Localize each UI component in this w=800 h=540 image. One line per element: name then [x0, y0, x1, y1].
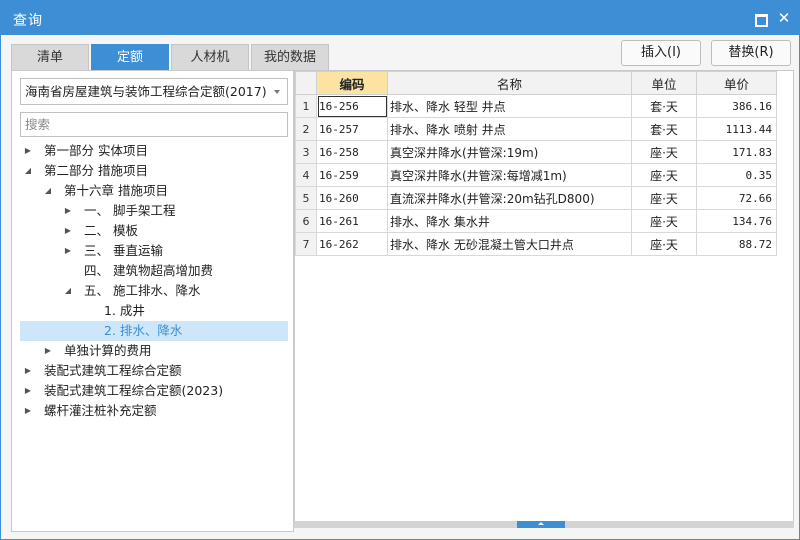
name-cell[interactable]: 排水、降水 集水井 [387, 209, 632, 233]
table-row[interactable]: 7 16-262 排水、降水 无砂混凝土管大口井点 座·天 88.72 [295, 232, 777, 256]
table-row[interactable]: 5 16-260 直流深井降水(井管深:20m钻孔D800) 座·天 72.66 [295, 186, 777, 210]
chevron-right-icon[interactable]: ▶ [42, 341, 54, 361]
price-cell[interactable]: 72.66 [696, 186, 777, 210]
quota-library-value: 海南省房屋建筑与装饰工程综合定额(2017) [25, 84, 267, 99]
chevron-right-icon[interactable]: ▶ [62, 221, 74, 241]
unit-cell[interactable]: 座·天 [631, 163, 697, 187]
tree-item[interactable]: ▶ 单独计算的费用 [20, 341, 288, 361]
insert-button[interactable]: 插入(I) [621, 40, 701, 66]
tab-bill[interactable]: 清单 [11, 44, 89, 70]
tree-item[interactable]: ▶ 装配式建筑工程综合定额(2023) [20, 381, 288, 401]
chevron-right-icon[interactable]: ▶ [22, 381, 34, 401]
name-cell[interactable]: 排水、降水 轻型 井点 [387, 94, 632, 118]
expanded-arrow-icon[interactable]: ◢ [62, 281, 74, 301]
name-cell[interactable]: 真空深井降水(井管深:每增减1m) [387, 163, 632, 187]
row-number: 3 [295, 140, 317, 164]
tab-quota[interactable]: 定额 [91, 44, 169, 70]
quota-library-select[interactable]: 海南省房屋建筑与装饰工程综合定额(2017) [20, 78, 288, 105]
table-row[interactable]: 6 16-261 排水、降水 集水井 座·天 134.76 [295, 209, 777, 233]
window-title: 查询 [13, 13, 43, 29]
code-cell[interactable]: 16-259 [316, 163, 388, 187]
scrollbar-thumb[interactable] [517, 521, 565, 528]
row-number: 5 [295, 186, 317, 210]
unit-cell[interactable]: 座·天 [631, 209, 697, 233]
code-cell[interactable]: 16-256 [316, 94, 388, 118]
price-cell[interactable]: 386.16 [696, 94, 777, 118]
name-cell[interactable]: 排水、降水 无砂混凝土管大口井点 [387, 232, 632, 256]
tree-item[interactable]: ▶ 装配式建筑工程综合定额 [20, 361, 288, 381]
chevron-right-icon[interactable]: ▶ [22, 361, 34, 381]
price-cell[interactable]: 134.76 [696, 209, 777, 233]
price-cell[interactable]: 88.72 [696, 232, 777, 256]
unit-cell[interactable]: 套·天 [631, 117, 697, 141]
table-row[interactable]: 3 16-258 真空深井降水(井管深:19m) 座·天 171.83 [295, 140, 777, 164]
tree-item[interactable]: ◢ 第十六章 措施项目 [20, 181, 288, 201]
code-cell[interactable]: 16-258 [316, 140, 388, 164]
tree-item[interactable]: ◢ 第二部分 措施项目 [20, 161, 288, 181]
row-number: 6 [295, 209, 317, 233]
close-icon[interactable]: ✕ [775, 9, 793, 27]
tree-item[interactable]: ▶ 一、 脚手架工程 [20, 201, 288, 221]
title-bar[interactable]: 查询 ✕ [1, 1, 799, 35]
table-row[interactable]: 2 16-257 排水、降水 喷射 井点 套·天 1113.44 [295, 117, 777, 141]
tree-item[interactable]: 四、 建筑物超高增加费 [20, 261, 288, 281]
query-dialog: 查询 ✕ 清单 定额 人材机 我的数据 插入(I) 替换(R) 海南省房屋建筑与… [0, 0, 800, 540]
search-input[interactable] [20, 112, 288, 137]
quota-table: 编码 名称 单位 单价 1 16-256 排水、降水 轻型 井点 套·天 386… [295, 71, 777, 256]
unit-cell[interactable]: 座·天 [631, 232, 697, 256]
row-number: 7 [295, 232, 317, 256]
chevron-right-icon[interactable]: ▶ [22, 141, 34, 161]
price-cell[interactable]: 0.35 [696, 163, 777, 187]
column-header-name[interactable]: 名称 [387, 71, 632, 95]
column-header-unit[interactable]: 单位 [631, 71, 697, 95]
quota-tree: ▶ 第一部分 实体项目 ◢ 第二部分 措施项目 ◢ 第十六章 措施项目 ▶ 一、… [20, 141, 288, 421]
column-header-code[interactable]: 编码 [316, 71, 388, 95]
code-cell[interactable]: 16-261 [316, 209, 388, 233]
name-cell[interactable]: 排水、降水 喷射 井点 [387, 117, 632, 141]
tree-item[interactable]: 1. 成井 [20, 301, 288, 321]
row-number: 4 [295, 163, 317, 187]
price-cell[interactable]: 171.83 [696, 140, 777, 164]
tree-item[interactable]: ▶ 螺杆灌注桩补充定额 [20, 401, 288, 421]
expanded-arrow-icon[interactable]: ◢ [22, 161, 34, 181]
tree-item[interactable]: ◢ 五、 施工排水、降水 [20, 281, 288, 301]
chevron-right-icon[interactable]: ▶ [62, 241, 74, 261]
chevron-right-icon[interactable]: ▶ [22, 401, 34, 421]
maximize-icon[interactable] [751, 9, 769, 27]
chevron-down-icon [274, 90, 280, 94]
unit-cell[interactable]: 套·天 [631, 94, 697, 118]
table-row[interactable]: 1 16-256 排水、降水 轻型 井点 套·天 386.16 [295, 94, 777, 118]
expanded-arrow-icon[interactable]: ◢ [42, 181, 54, 201]
unit-cell[interactable]: 座·天 [631, 140, 697, 164]
price-cell[interactable]: 1113.44 [696, 117, 777, 141]
code-cell[interactable]: 16-260 [316, 186, 388, 210]
tree-item-selected[interactable]: 2. 排水、降水 [20, 321, 288, 341]
code-cell[interactable]: 16-262 [316, 232, 388, 256]
tree-item[interactable]: ▶ 三、 垂直运输 [20, 241, 288, 261]
tab-my-data[interactable]: 我的数据 [251, 44, 329, 70]
table-header-row: 编码 名称 单位 单价 [295, 71, 777, 95]
table-row[interactable]: 4 16-259 真空深井降水(井管深:每增减1m) 座·天 0.35 [295, 163, 777, 187]
tree-item[interactable]: ▶ 第一部分 实体项目 [20, 141, 288, 161]
name-cell[interactable]: 直流深井降水(井管深:20m钻孔D800) [387, 186, 632, 210]
tab-labor-material-machine[interactable]: 人材机 [171, 44, 249, 70]
row-number-header [295, 71, 317, 95]
tree-item[interactable]: ▶ 二、 模板 [20, 221, 288, 241]
row-number: 1 [295, 94, 317, 118]
quota-grid-panel: 编码 名称 单位 单价 1 16-256 排水、降水 轻型 井点 套·天 386… [294, 70, 794, 528]
column-header-price[interactable]: 单价 [696, 71, 777, 95]
code-cell[interactable]: 16-257 [316, 117, 388, 141]
replace-button[interactable]: 替换(R) [711, 40, 791, 66]
horizontal-scrollbar[interactable] [294, 521, 794, 528]
quota-tree-panel: 海南省房屋建筑与装饰工程综合定额(2017) ▶ 第一部分 实体项目 ◢ 第二部… [11, 70, 294, 532]
unit-cell[interactable]: 座·天 [631, 186, 697, 210]
name-cell[interactable]: 真空深井降水(井管深:19m) [387, 140, 632, 164]
chevron-right-icon[interactable]: ▶ [62, 201, 74, 221]
row-number: 2 [295, 117, 317, 141]
